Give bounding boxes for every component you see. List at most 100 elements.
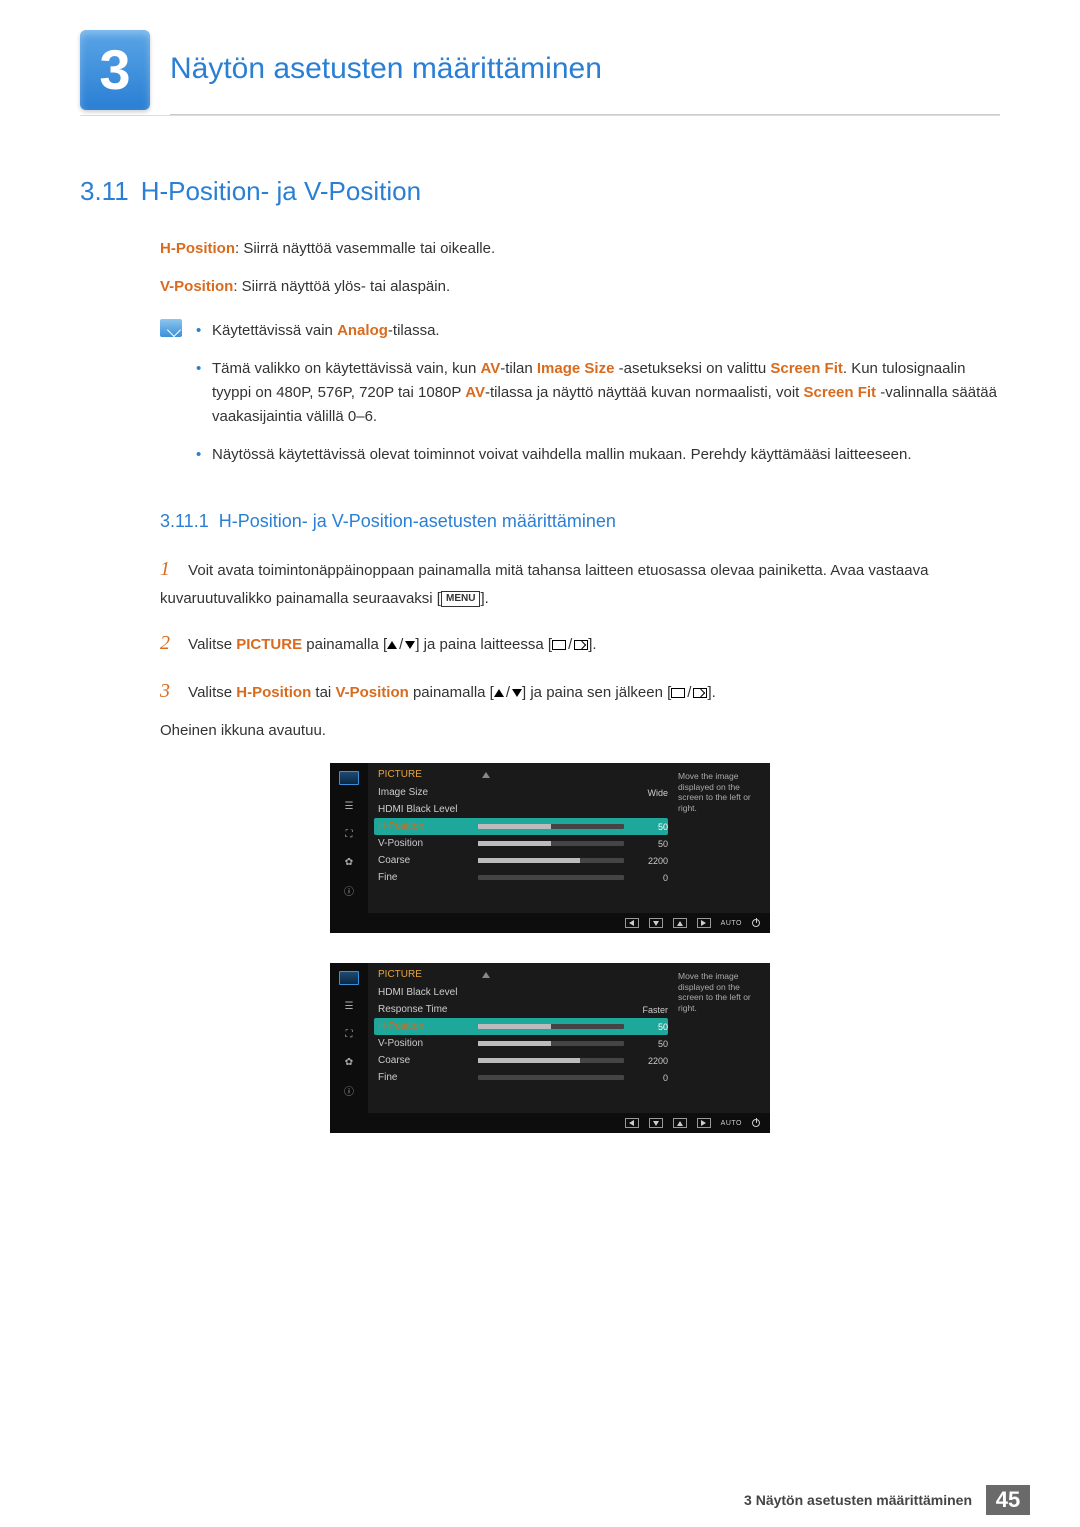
info-icon: ⓘ: [338, 881, 360, 899]
osd-row-label: Fine: [378, 872, 470, 883]
osd-row-value: 0: [632, 1073, 668, 1083]
osd-menu-row: Response Time Faster: [378, 1001, 668, 1018]
vposition-label: V-Position: [160, 278, 233, 295]
osd-row-label: H-Position: [378, 1021, 470, 1032]
page-footer: 3 Näytön asetusten määrittäminen 45: [744, 1485, 1030, 1515]
picture-tab-icon: [338, 769, 360, 787]
auto-button-label: AUTO: [721, 1120, 742, 1127]
osd-screenshot-1: ☰ ⛶ ✿ ⓘ PICTURE Image Size Wide HDMI Black…: [330, 763, 1000, 933]
osd-row-value: 2200: [632, 1056, 668, 1066]
osd-row-value: 2200: [632, 856, 668, 866]
step-3: 3 Valitse H-Position tai V-Position pain…: [160, 674, 1000, 744]
power-icon: [752, 1119, 760, 1127]
osd-row-value: Wide: [632, 788, 668, 798]
slider-bar: [478, 824, 624, 829]
osd-row-label: Coarse: [378, 1055, 470, 1066]
right-button-icon: [697, 918, 711, 928]
section-title-text: H-Position- ja V-Position: [141, 176, 421, 206]
step-number: 3: [160, 674, 184, 708]
osd-row-value: Faster: [632, 1005, 668, 1015]
left-button-icon: [625, 1118, 639, 1128]
section-heading: 3.11 H-Position- ja V-Position: [80, 176, 1000, 207]
osd-row-value: 0: [632, 873, 668, 883]
osd-menu-row: V-Position 50: [378, 1035, 668, 1052]
scroll-up-icon: [482, 772, 490, 778]
info-icon: ⓘ: [338, 1081, 360, 1099]
osd-row-label: V-Position: [378, 838, 470, 849]
osd-menu-row: Coarse 2200: [378, 1052, 668, 1069]
down-button-icon: [649, 918, 663, 928]
step-number: 1: [160, 552, 184, 586]
osd-row-value: 50: [632, 1039, 668, 1049]
osd-help-text: Move the image displayed on the screen t…: [678, 969, 762, 1109]
slider-bar: [478, 1058, 624, 1063]
steps-list: 1 Voit avata toimintonäppäinoppaan paina…: [160, 552, 1000, 743]
up-button-icon: [673, 1118, 687, 1128]
page: 3 Näytön asetusten määrittäminen 3.11 H-P…: [0, 0, 1080, 1243]
auto-button-label: AUTO: [721, 920, 742, 927]
step-number: 2: [160, 626, 184, 660]
osd-menu-list: PICTURE Image Size Wide HDMI Black Level H-…: [378, 769, 668, 909]
section-number: 3.11: [80, 176, 129, 206]
osd-row-label: Response Time: [378, 1004, 470, 1015]
osd-screenshot-2: ☰ ⛶ ✿ ⓘ PICTURE HDMI Black Level Response…: [330, 963, 1000, 1133]
note-item: Näytössä käytettävissä olevat toiminnot …: [196, 443, 1000, 467]
resize-icon: ⛶: [338, 1025, 360, 1043]
osd-row-label: HDMI Black Level: [378, 987, 470, 998]
slider-bar: [478, 1041, 624, 1046]
enter-source-icon: /: [671, 680, 707, 706]
note-item: Käytettävissä vain Analog-tilassa.: [196, 319, 1000, 343]
note-block: Käytettävissä vain Analog-tilassa. Tämä …: [160, 319, 1000, 481]
settings-icon: ✿: [338, 1053, 360, 1071]
osd-menu-row: Image Size Wide: [378, 784, 668, 801]
osd-menu-row: V-Position 50: [378, 835, 668, 852]
osd-row-label: V-Position: [378, 1038, 470, 1049]
right-button-icon: [697, 1118, 711, 1128]
slider-bar: [478, 875, 624, 880]
scroll-up-icon: [482, 972, 490, 978]
osd-menu-row: Fine0: [378, 1069, 668, 1086]
footer-breadcrumb: 3 Näytön asetusten määrittäminen: [744, 1492, 972, 1508]
note-list: Käytettävissä vain Analog-tilassa. Tämä …: [196, 319, 1000, 481]
osd-footer: AUTO: [330, 1113, 770, 1133]
osd-help-text: Move the image displayed on the screen t…: [678, 769, 762, 909]
list-icon: ☰: [338, 997, 360, 1015]
osd-footer: AUTO: [330, 913, 770, 933]
osd-row-value: 50: [632, 822, 668, 832]
slider-bar: [478, 858, 624, 863]
down-button-icon: [649, 1118, 663, 1128]
osd-side-icons: ☰ ⛶ ✿ ⓘ: [330, 763, 368, 913]
osd-row-value: 50: [632, 839, 668, 849]
slider-bar: [478, 1075, 624, 1080]
osd-menu-row: Fine 0: [378, 869, 668, 886]
hposition-label: H-Position: [160, 240, 235, 257]
osd-row-label: Coarse: [378, 855, 470, 866]
hposition-definition: H-Position: Siirrä näyttöä vasemmalle ta…: [160, 237, 1000, 261]
osd-menu-row: H-Position50: [374, 1018, 668, 1035]
subsection-number: 3.11.1: [160, 511, 209, 531]
osd-row-label: H-Position: [378, 821, 470, 832]
slider-bar: [478, 841, 624, 846]
chapter-number-badge: 3: [80, 30, 150, 110]
resize-icon: ⛶: [338, 825, 360, 843]
osd-side-icons: ☰ ⛶ ✿ ⓘ: [330, 963, 368, 1113]
menu-button-icon: MENU: [441, 591, 480, 607]
up-button-icon: [673, 918, 687, 928]
osd-menu-list: PICTURE HDMI Black Level Response Time Fas…: [378, 969, 668, 1109]
slider-bar: [478, 1024, 624, 1029]
subsection-heading: 3.11.1 H-Position- ja V-Position-asetuste…: [160, 511, 1000, 532]
osd-title: PICTURE: [378, 969, 668, 980]
chapter-header: 3 Näytön asetusten määrittäminen: [80, 30, 1000, 116]
settings-icon: ✿: [338, 853, 360, 871]
note-item: Tämä valikko on käytettävissä vain, kun …: [196, 357, 1000, 429]
osd-title: PICTURE: [378, 769, 668, 780]
osd-row-label: HDMI Black Level: [378, 804, 470, 815]
left-button-icon: [625, 918, 639, 928]
page-number: 45: [986, 1485, 1030, 1515]
subsection-title-text: H-Position- ja V-Position-asetusten määr…: [219, 511, 616, 531]
step-1: 1 Voit avata toimintonäppäinoppaan paina…: [160, 552, 1000, 612]
step-2: 2 Valitse PICTURE painamalla [ / ] ja pa…: [160, 626, 1000, 660]
chapter-title: Näytön asetusten määrittäminen: [170, 52, 1000, 115]
vposition-definition: V-Position: Siirrä näyttöä ylös- tai ala…: [160, 275, 1000, 299]
osd-row-label: Image Size: [378, 787, 470, 798]
